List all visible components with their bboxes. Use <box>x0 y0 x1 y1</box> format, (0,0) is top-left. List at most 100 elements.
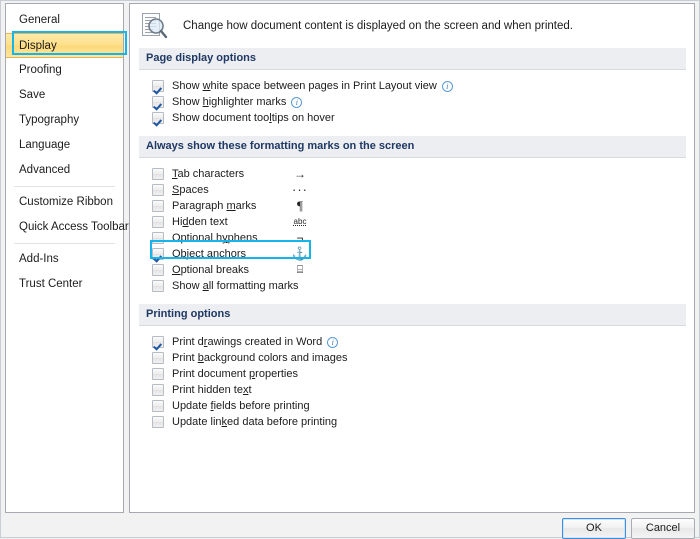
option-label-spaces: Spaces <box>172 184 209 196</box>
option-label-hidden-text: Hidden text <box>172 216 228 228</box>
sidebar-item-display[interactable]: Display <box>6 33 123 58</box>
section-title-formatting-marks: Always show these formatting marks on th… <box>139 136 686 158</box>
checkbox-show-white-space-between-pages-in-print-layout-view[interactable] <box>152 80 164 92</box>
checkbox-object-anchors[interactable] <box>152 248 164 260</box>
options-category-list[interactable]: General Display Proofing Save Typography Lang… <box>5 3 124 513</box>
option-label-print-background-colors-and-images: Print background colors and images <box>172 352 348 364</box>
info-icon[interactable]: i <box>442 81 453 92</box>
printing-options-list: Print drawings created in Word i Print bac… <box>139 326 686 434</box>
sidebar-item-save[interactable]: Save <box>6 83 123 108</box>
option-row-print-hidden-text[interactable]: Print hidden text <box>139 382 686 398</box>
option-row-paragraph-marks[interactable]: Paragraph marks ¶ <box>139 198 686 214</box>
checkbox-optional-breaks[interactable] <box>152 264 164 276</box>
document-search-icon <box>141 11 169 41</box>
sidebar-item-label: Proofing <box>19 64 62 76</box>
space-dots-mark: ··· <box>290 182 310 198</box>
option-label-show-white-space-between-pages-in-print-layout-view: Show white space between pages in Print … <box>172 80 437 92</box>
option-row-tab-characters[interactable]: Tab characters → <box>139 166 686 182</box>
tab-arrow-mark: → <box>290 166 310 182</box>
option-row-spaces[interactable]: Spaces ··· <box>139 182 686 198</box>
sidebar-item-label: Typography <box>19 114 79 126</box>
sidebar-item-label: Advanced <box>19 164 70 176</box>
content-header: Change how document content is displayed… <box>130 4 694 48</box>
cancel-button[interactable]: Cancel <box>631 518 695 539</box>
sidebar-item-typography[interactable]: Typography <box>6 108 123 133</box>
checkbox-update-linked-data-before-printing[interactable] <box>152 416 164 428</box>
option-label-paragraph-marks: Paragraph marks <box>172 200 256 212</box>
option-row-print-background-colors-and-images[interactable]: Print background colors and images <box>139 350 686 366</box>
nav-items-container: General Display Proofing Save Typography Lang… <box>6 8 123 297</box>
section-title-page-display: Page display options <box>139 48 686 70</box>
option-row-object-anchors[interactable]: Object anchors ⚓ <box>139 246 686 262</box>
content-header-description: Change how document content is displayed… <box>183 20 573 32</box>
option-row-update-linked-data-before-printing[interactable]: Update linked data before printing <box>139 414 686 430</box>
sidebar-item-label: Customize Ribbon <box>19 196 113 208</box>
section-title-printing-options: Printing options <box>139 304 686 326</box>
option-label-print-drawings-created-in-word: Print drawings created in Word <box>172 336 322 348</box>
option-label-object-anchors: Object anchors <box>172 248 246 260</box>
option-row-optional-hyphens[interactable]: Optional hyphens ¬ <box>139 230 686 246</box>
checkbox-tab-characters[interactable] <box>152 168 164 180</box>
section-formatting-marks: Always show these formatting marks on th… <box>139 136 686 298</box>
options-content-panel: Change how document content is displayed… <box>129 3 695 513</box>
sidebar-item-customize-ribbon[interactable]: Customize Ribbon <box>6 190 123 215</box>
option-row-optional-breaks[interactable]: Optional breaks ⌸ <box>139 262 686 278</box>
option-label-update-fields-before-printing: Update fields before printing <box>172 400 310 412</box>
sidebar-item-language[interactable]: Language <box>6 133 123 158</box>
option-label-print-hidden-text: Print hidden text <box>172 384 252 396</box>
sidebar-item-quick-access-toolbar[interactable]: Quick Access Toolbar <box>6 215 123 240</box>
object-anchor-mark: ⚓ <box>290 246 310 262</box>
checkbox-show-document-tooltips-on-hover[interactable] <box>152 112 164 124</box>
checkbox-print-drawings-created-in-word[interactable] <box>152 336 164 348</box>
sidebar-item-label: Quick Access Toolbar <box>19 221 129 233</box>
sidebar-item-label: Add-Ins <box>19 253 59 265</box>
option-row-print-document-properties[interactable]: Print document properties <box>139 366 686 382</box>
option-row-show-all-formatting-marks[interactable]: Show all formatting marks <box>139 278 686 294</box>
pilcrow-mark: ¶ <box>290 198 310 214</box>
option-row-show-document-tooltips-on-hover[interactable]: Show document tooltips on hover <box>139 110 686 126</box>
sidebar-item-advanced[interactable]: Advanced <box>6 158 123 183</box>
checkbox-print-background-colors-and-images[interactable] <box>152 352 164 364</box>
option-row-hidden-text[interactable]: Hidden text abc <box>139 214 686 230</box>
optional-hyphen-mark: ¬ <box>290 230 310 246</box>
optional-break-mark: ⌸ <box>290 262 310 278</box>
checkbox-print-document-properties[interactable] <box>152 368 164 380</box>
checkbox-optional-hyphens[interactable] <box>152 232 164 244</box>
sidebar-item-label: General <box>19 14 60 26</box>
checkbox-hidden-text[interactable] <box>152 216 164 228</box>
sidebar-item-label: Trust Center <box>19 278 82 290</box>
sidebar-item-trust-center[interactable]: Trust Center <box>6 272 123 297</box>
option-label-show-document-tooltips-on-hover: Show document tooltips on hover <box>172 112 335 124</box>
option-row-update-fields-before-printing[interactable]: Update fields before printing <box>139 398 686 414</box>
option-label-tab-characters: Tab characters <box>172 168 244 180</box>
sidebar-item-add-ins[interactable]: Add-Ins <box>6 247 123 272</box>
option-row-show-white-space-between-pages-in-print-layout-view[interactable]: Show white space between pages in Print … <box>139 78 686 94</box>
checkbox-print-hidden-text[interactable] <box>152 384 164 396</box>
page-display-options-list: Show white space between pages in Print … <box>139 70 686 130</box>
info-icon[interactable]: i <box>327 337 338 348</box>
formatting-marks-options-list: Tab characters → Spaces ··· Paragraph marks ¶… <box>139 158 686 298</box>
hidden-text-mark: abc <box>290 214 310 230</box>
sidebar-item-proofing[interactable]: Proofing <box>6 58 123 83</box>
option-label-print-document-properties: Print document properties <box>172 368 298 380</box>
section-page-display-options: Page display options Show white space be… <box>139 48 686 130</box>
option-row-show-highlighter-marks[interactable]: Show highlighter marks i <box>139 94 686 110</box>
option-label-update-linked-data-before-printing: Update linked data before printing <box>172 416 337 428</box>
option-row-print-drawings-created-in-word[interactable]: Print drawings created in Word i <box>139 334 686 350</box>
sidebar-item-label: Display <box>19 40 57 52</box>
ok-button[interactable]: OK <box>562 518 626 539</box>
option-label-optional-hyphens: Optional hyphens <box>172 232 258 244</box>
option-label-show-highlighter-marks: Show highlighter marks <box>172 96 286 108</box>
checkbox-paragraph-marks[interactable] <box>152 200 164 212</box>
checkbox-show-all-formatting-marks[interactable] <box>152 280 164 292</box>
option-label-optional-breaks: Optional breaks <box>172 264 249 276</box>
checkbox-spaces[interactable] <box>152 184 164 196</box>
sidebar-divider <box>14 243 115 244</box>
sidebar-item-label: Language <box>19 139 70 151</box>
word-options-dialog: General Display Proofing Save Typography Lang… <box>0 0 700 538</box>
info-icon[interactable]: i <box>291 97 302 108</box>
sidebar-item-general[interactable]: General <box>6 8 123 33</box>
checkbox-update-fields-before-printing[interactable] <box>152 400 164 412</box>
checkbox-show-highlighter-marks[interactable] <box>152 96 164 108</box>
section-printing-options: Printing options Print drawings created … <box>139 304 686 434</box>
